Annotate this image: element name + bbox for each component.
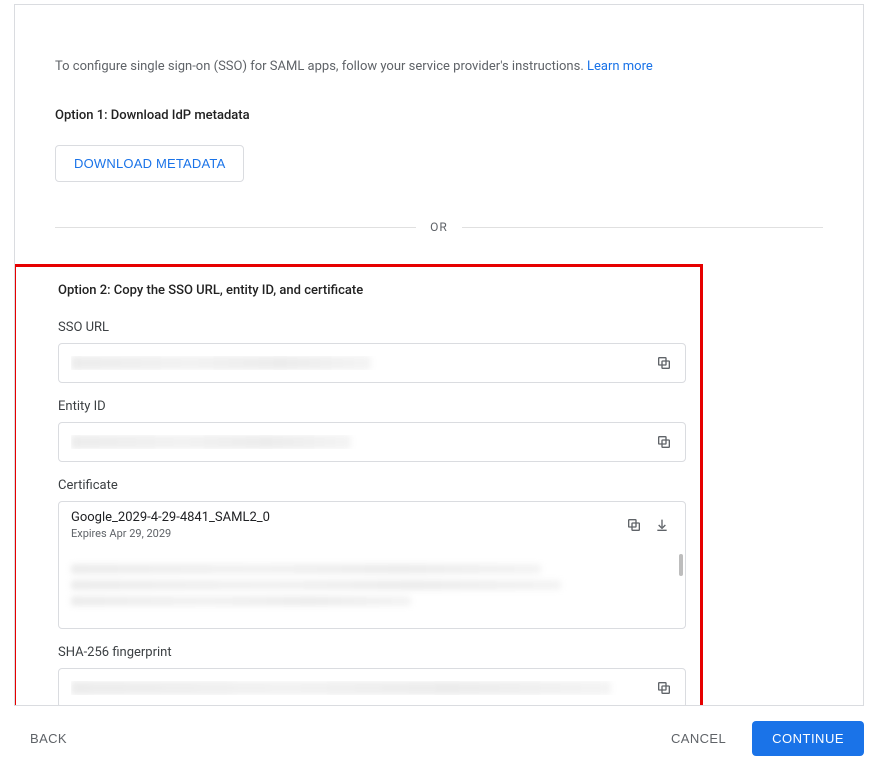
entity-id-field <box>58 422 686 462</box>
continue-button[interactable]: CONTINUE <box>752 721 864 756</box>
certificate-expires: Expires Apr 29, 2029 <box>71 527 617 540</box>
option2-title: Option 2: Copy the SSO URL, entity ID, a… <box>58 283 686 298</box>
intro-copy: To configure single sign-on (SSO) for SA… <box>55 59 587 74</box>
entity-id-value <box>71 435 647 449</box>
sso-url-field <box>58 343 686 383</box>
certificate-meta: Google_2029-4-29-4841_SAML2_0 Expires Ap… <box>71 510 617 540</box>
copy-icon[interactable] <box>653 677 675 699</box>
or-text: OR <box>416 220 462 234</box>
back-button[interactable]: BACK <box>14 721 83 756</box>
entity-id-label: Entity ID <box>58 399 686 414</box>
option1-title: Option 1: Download IdP metadata <box>55 108 823 123</box>
copy-icon[interactable] <box>653 431 675 453</box>
learn-more-link[interactable]: Learn more <box>587 59 653 74</box>
certificate-body <box>59 548 685 628</box>
option2-highlight-box: Option 2: Copy the SSO URL, entity ID, a… <box>14 264 703 706</box>
certificate-header: Google_2029-4-29-4841_SAML2_0 Expires Ap… <box>59 502 685 548</box>
copy-icon[interactable] <box>653 352 675 374</box>
certificate-box: Google_2029-4-29-4841_SAML2_0 Expires Ap… <box>58 501 686 629</box>
or-divider: OR <box>55 220 823 234</box>
certificate-name: Google_2029-4-29-4841_SAML2_0 <box>71 510 617 525</box>
divider-line-right <box>462 227 823 228</box>
download-metadata-button[interactable]: DOWNLOAD METADATA <box>55 145 244 182</box>
sha-label: SHA-256 fingerprint <box>58 645 686 660</box>
sha-fingerprint-field <box>58 668 686 706</box>
sso-url-value <box>71 356 647 370</box>
divider-line-left <box>55 227 416 228</box>
scrollbar-thumb[interactable] <box>679 554 683 576</box>
sha-fingerprint-value <box>71 681 647 695</box>
idp-details-card: To configure single sign-on (SSO) for SA… <box>14 4 864 706</box>
download-icon[interactable] <box>651 514 673 536</box>
intro-text: To configure single sign-on (SSO) for SA… <box>55 59 823 74</box>
footer-actions: BACK CANCEL CONTINUE <box>14 716 864 760</box>
copy-icon[interactable] <box>623 514 645 536</box>
sso-url-label: SSO URL <box>58 320 686 335</box>
certificate-label: Certificate <box>58 478 686 493</box>
cancel-button[interactable]: CANCEL <box>655 721 742 756</box>
